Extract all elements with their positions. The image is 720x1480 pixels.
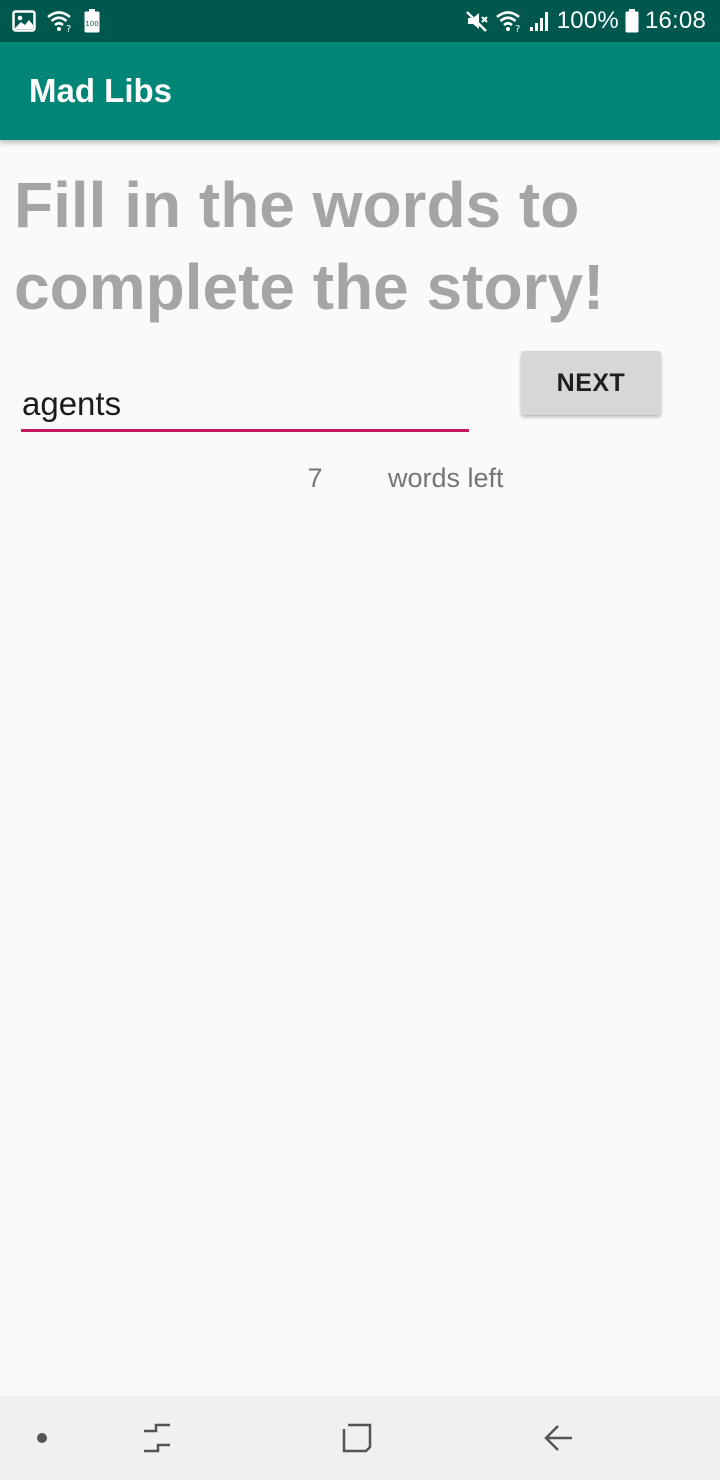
status-left: ? 100 (12, 9, 100, 33)
status-bar: ? 100 ? 100% 16:08 (0, 0, 720, 42)
recent-dot-icon[interactable] (22, 1396, 62, 1480)
wifi-calling-icon: ? (46, 10, 74, 32)
battery-badge-text: 100 (85, 20, 98, 28)
app-title: Mad Libs (29, 72, 173, 109)
words-left-label: words left (388, 463, 504, 493)
back-icon[interactable] (532, 1396, 586, 1480)
status-time: 16:08 (644, 7, 706, 34)
app-bar: Mad Libs (0, 42, 720, 140)
input-underline (21, 429, 469, 432)
recents-icon[interactable] (130, 1396, 184, 1480)
word-input-container (21, 378, 469, 434)
words-left-count: 7 (307, 463, 323, 493)
signal-icon (529, 10, 551, 32)
battery-icon (625, 9, 639, 33)
svg-text:?: ? (515, 24, 520, 32)
image-icon (12, 10, 36, 32)
next-button[interactable]: NEXT (521, 351, 661, 415)
status-right: ? 100% 16:08 (465, 7, 706, 35)
instructions-heading: Fill in the words to complete the story! (14, 169, 605, 323)
battery-percent: 100% (556, 7, 619, 34)
wifi-icon: ? (495, 10, 523, 32)
svg-text:?: ? (66, 24, 71, 32)
navigation-bar (0, 1396, 720, 1480)
word-input[interactable] (21, 378, 469, 430)
home-icon[interactable] (330, 1396, 384, 1480)
battery-saver-icon: 100 (84, 9, 100, 33)
mute-icon (465, 10, 489, 32)
